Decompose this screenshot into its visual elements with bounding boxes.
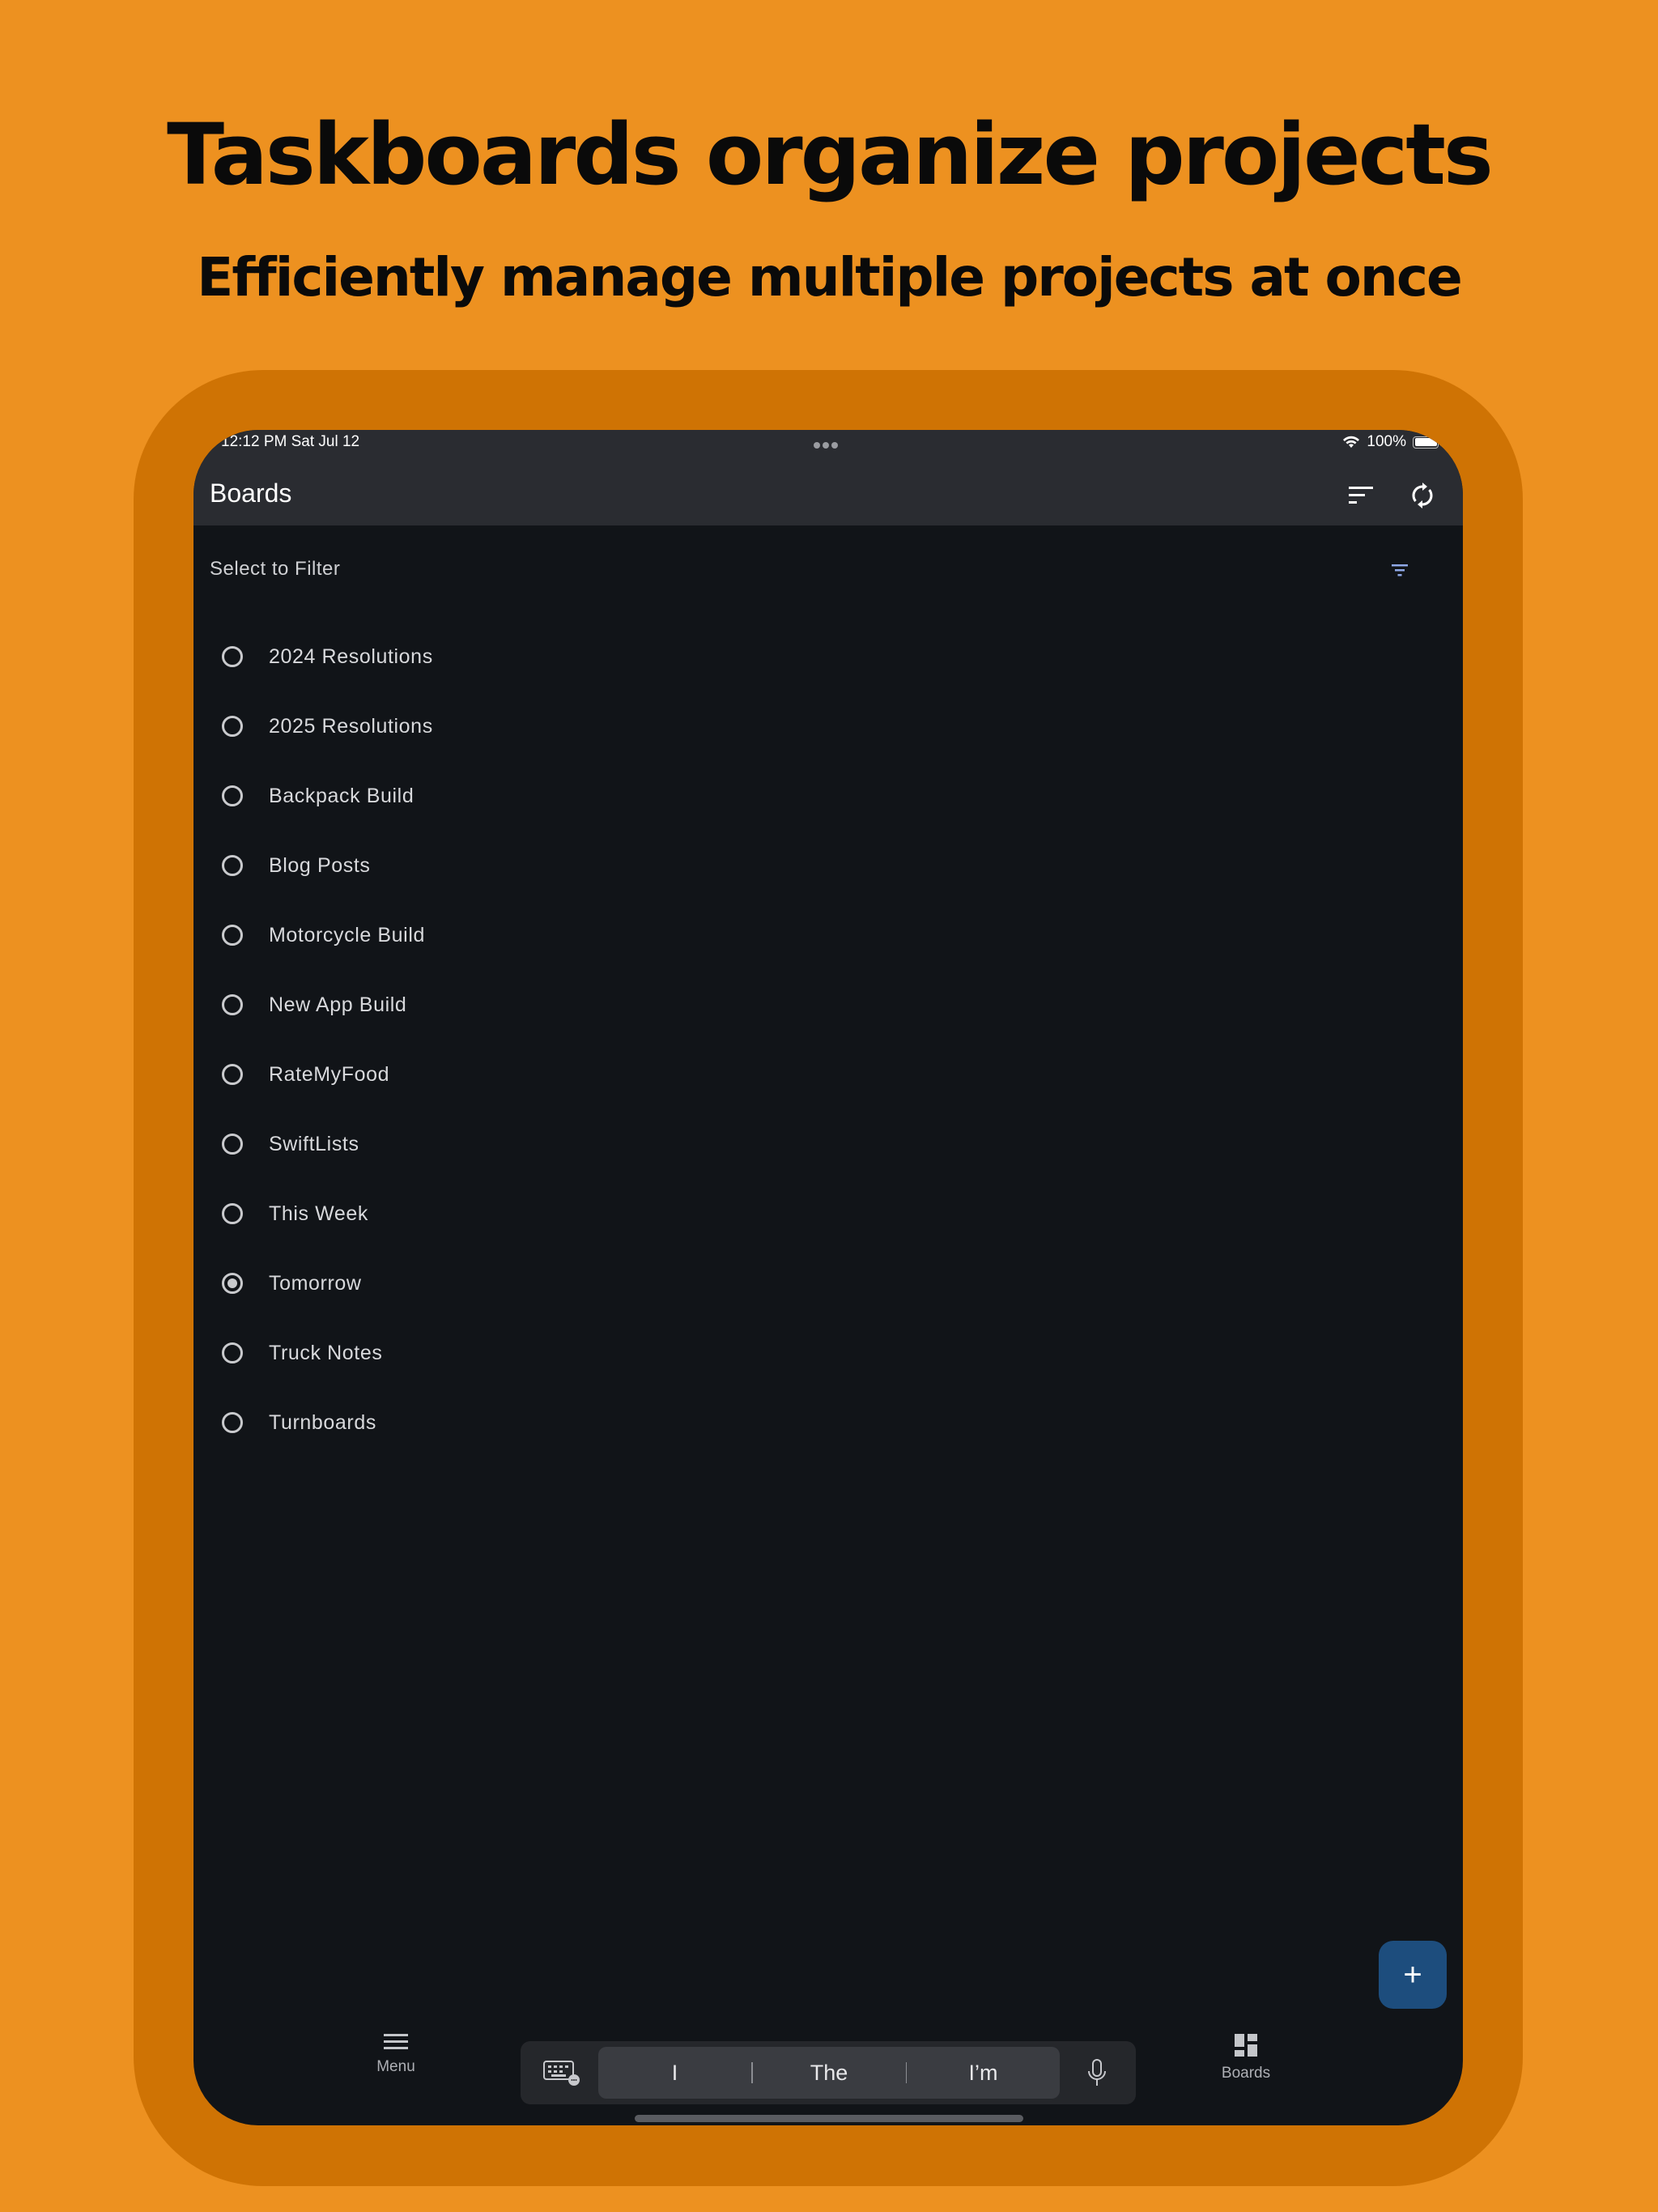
board-label: Truck Notes <box>269 1342 383 1364</box>
page-title: Boards <box>210 479 292 508</box>
list-item[interactable]: Tomorrow <box>193 1250 1463 1320</box>
board-label: Turnboards <box>269 1411 376 1434</box>
radio-button[interactable] <box>222 646 243 667</box>
board-label: This Week <box>269 1202 369 1225</box>
filter-label: Select to Filter <box>210 558 341 580</box>
filter-button[interactable] <box>1388 558 1412 582</box>
board-label: 2024 Resolutions <box>269 645 433 668</box>
board-label: New App Build <box>269 993 407 1016</box>
board-label: SwiftLists <box>269 1133 359 1155</box>
list-item[interactable]: Backpack Build <box>193 763 1463 832</box>
radio-button-selected[interactable] <box>222 1273 243 1294</box>
radio-button[interactable] <box>222 925 243 946</box>
filter-icon <box>1392 564 1408 576</box>
dashboard-icon <box>1235 2034 1257 2057</box>
nav-menu[interactable]: Menu <box>347 2033 444 2090</box>
sort-icon <box>1349 487 1373 504</box>
nav-menu-label: Menu <box>376 2058 415 2075</box>
board-label: Motorcycle Build <box>269 924 425 946</box>
radio-button[interactable] <box>222 1412 243 1433</box>
list-item[interactable]: Truck Notes <box>193 1320 1463 1389</box>
keyboard-shortcut-bar: I The I’m <box>521 2041 1136 2104</box>
list-item[interactable]: 2024 Resolutions <box>193 623 1463 693</box>
sort-button[interactable] <box>1339 474 1383 517</box>
board-label: Tomorrow <box>269 1272 362 1295</box>
multitask-dots-icon[interactable] <box>814 438 843 449</box>
board-label: 2025 Resolutions <box>269 715 433 738</box>
microphone-icon[interactable] <box>1082 2057 1112 2090</box>
status-time: 12:12 PM Sat Jul 12 <box>221 433 360 450</box>
menu-icon <box>384 2034 408 2049</box>
promo-headline: Taskboards organize projects <box>167 105 1494 204</box>
suggestion-item[interactable]: I’m <box>907 2061 1060 2086</box>
radio-button[interactable] <box>222 855 243 876</box>
radio-button[interactable] <box>222 1064 243 1085</box>
device-screen: 12:12 PM Sat Jul 12 100% Boards Select t… <box>193 430 1463 2125</box>
list-item[interactable]: New App Build <box>193 972 1463 1041</box>
list-item[interactable]: Blog Posts <box>193 832 1463 902</box>
sync-button[interactable] <box>1401 474 1444 517</box>
suggestion-item[interactable]: I <box>598 2061 751 2086</box>
keyboard-icon[interactable] <box>543 2059 580 2087</box>
status-bar: 12:12 PM Sat Jul 12 100% <box>193 430 1463 466</box>
wifi-icon <box>1343 436 1360 448</box>
board-label: Blog Posts <box>269 854 371 877</box>
battery-percent: 100% <box>1367 433 1406 450</box>
boards-list: 2024 Resolutions 2025 Resolutions Backpa… <box>193 623 1463 1459</box>
nav-boards[interactable]: Boards <box>1197 2033 1295 2090</box>
board-label: RateMyFood <box>269 1063 390 1086</box>
radio-button[interactable] <box>222 994 243 1015</box>
radio-button[interactable] <box>222 716 243 737</box>
plus-icon: + <box>1403 1957 1422 1993</box>
home-indicator[interactable] <box>635 2115 1023 2122</box>
radio-button[interactable] <box>222 1342 243 1363</box>
list-item[interactable]: Motorcycle Build <box>193 902 1463 972</box>
sync-icon <box>1412 483 1433 508</box>
nav-boards-label: Boards <box>1221 2065 1271 2082</box>
battery-icon <box>1413 436 1442 449</box>
list-item[interactable]: SwiftLists <box>193 1111 1463 1180</box>
radio-button[interactable] <box>222 1203 243 1224</box>
add-board-button[interactable]: + <box>1379 1941 1447 2009</box>
list-item[interactable]: 2025 Resolutions <box>193 693 1463 763</box>
board-label: Backpack Build <box>269 785 414 807</box>
list-item[interactable]: RateMyFood <box>193 1041 1463 1111</box>
suggestion-item[interactable]: The <box>753 2061 906 2086</box>
radio-button[interactable] <box>222 785 243 806</box>
predictive-text-bar: I The I’m <box>598 2047 1060 2099</box>
list-item[interactable]: Turnboards <box>193 1389 1463 1459</box>
radio-button[interactable] <box>222 1134 243 1155</box>
promo-subheadline: Efficiently manage multiple projects at … <box>197 246 1463 308</box>
list-item[interactable]: This Week <box>193 1180 1463 1250</box>
app-bar: Boards <box>193 466 1463 525</box>
status-indicators: 100% <box>1342 432 1442 452</box>
